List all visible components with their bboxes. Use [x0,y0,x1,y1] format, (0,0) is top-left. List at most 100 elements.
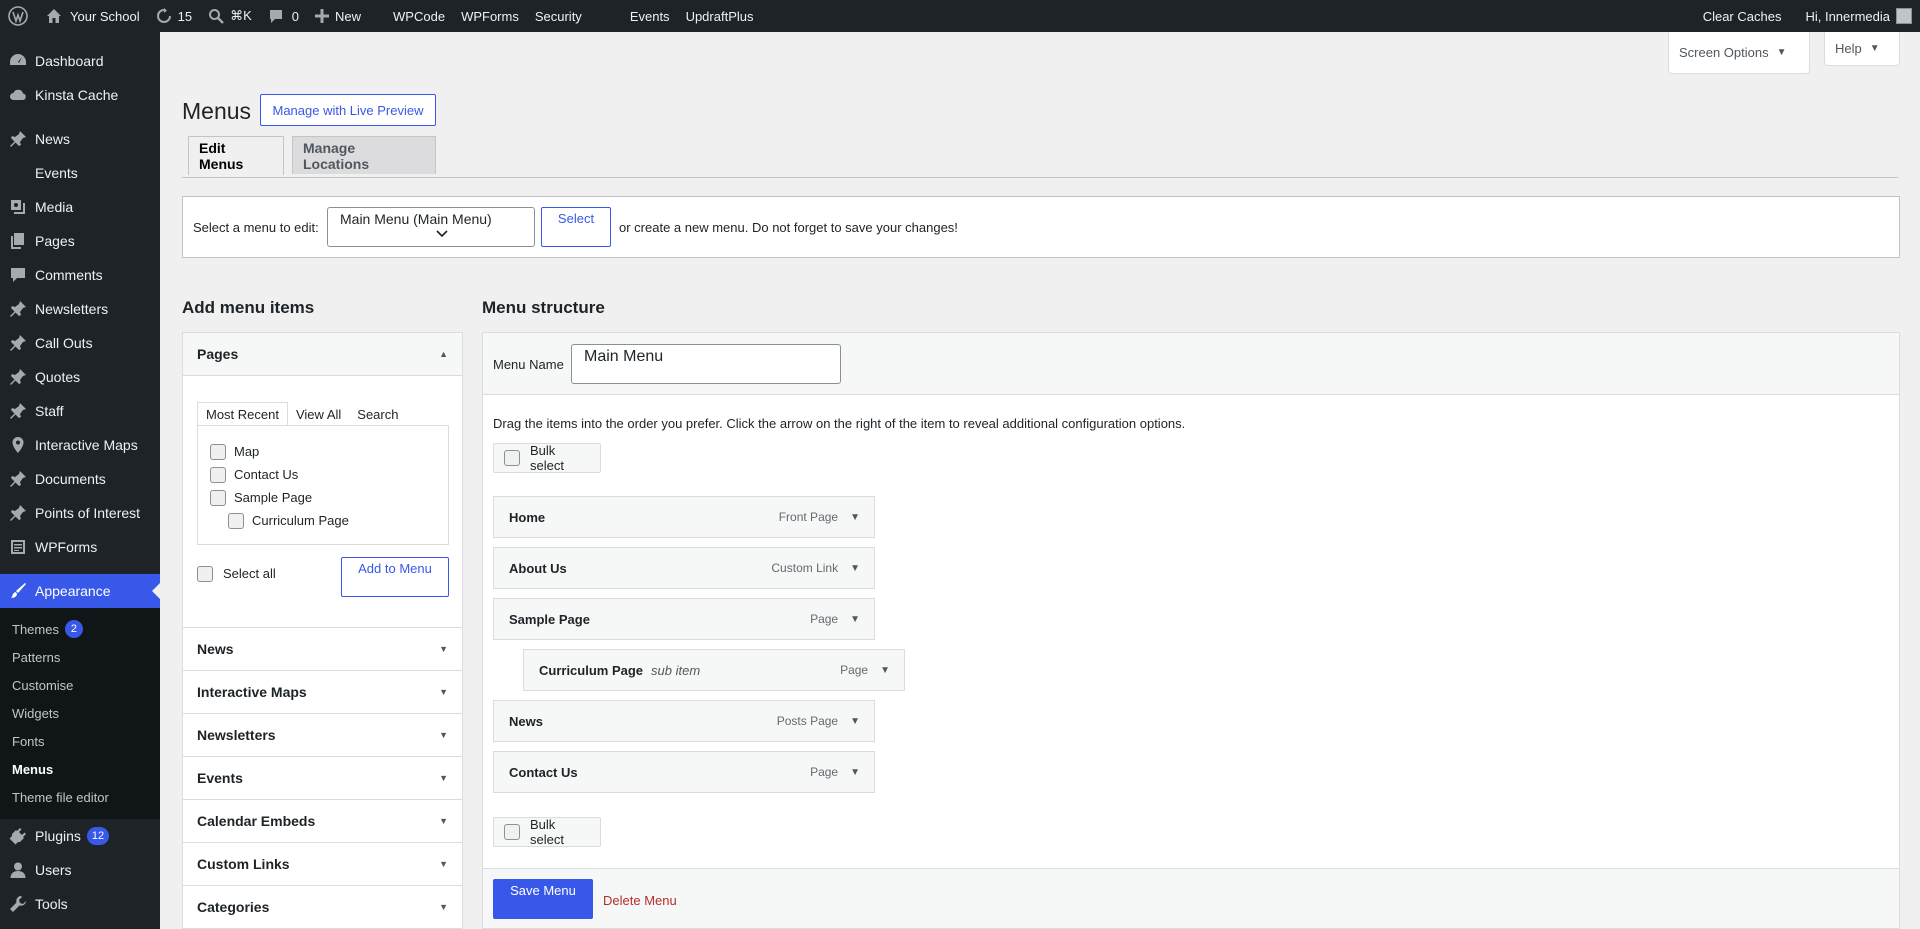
menu-item-sample-page[interactable]: Sample Page Page ▼ [493,598,875,640]
sidebar-item-label: Points of Interest [35,505,141,521]
list-item[interactable]: Curriculum Page [210,509,436,532]
accordion-custom-links[interactable]: Custom Links ▼ [183,843,462,886]
submenu-item-themes[interactable]: Themes 2 [0,615,160,643]
accordion-label: Categories [197,899,270,915]
accordion-news[interactable]: News ▼ [183,628,462,671]
sidebar-item-wpforms[interactable]: WPForms [0,530,160,564]
sidebar-item-users[interactable]: Users [0,853,160,887]
wpforms-link[interactable]: WPForms [453,0,527,32]
list-item[interactable]: Contact Us [210,463,436,486]
menu-select[interactable]: Main Menu (Main Menu) [327,207,535,247]
bulk-select-button-bottom[interactable]: Bulk select [493,817,601,847]
sidebar-item-call-outs[interactable]: Call Outs [0,326,160,360]
sidebar-item-points-of-interest[interactable]: Points of Interest [0,496,160,530]
menu-item-home[interactable]: Home Front Page ▼ [493,496,875,538]
accordion-interactive-maps[interactable]: Interactive Maps ▼ [183,671,462,714]
tab-view-all[interactable]: View All [288,402,349,426]
pin-icon [8,401,28,421]
clear-caches-link[interactable]: Clear Caches [1695,0,1798,32]
command-palette-link[interactable]: ⌘K [200,0,260,32]
delete-menu-link[interactable]: Delete Menu [603,893,677,908]
bulk-select-button-top[interactable]: Bulk select [493,443,601,473]
checkbox[interactable] [228,512,244,529]
updraftplus-link[interactable]: UpdraftPlus [678,0,762,32]
sidebar-item-kinsta-cache[interactable]: Kinsta Cache [0,78,160,112]
security-link[interactable]: Security [527,0,590,32]
submenu-item-theme-file-editor[interactable]: Theme file editor [0,783,160,811]
live-preview-button[interactable]: Manage with Live Preview [260,94,436,126]
accordion-categories[interactable]: Categories ▼ [183,886,462,929]
sub-item-label: sub item [651,662,701,678]
checkbox[interactable] [504,824,520,840]
checkbox[interactable] [210,443,226,460]
sidebar-item-media[interactable]: Media [0,190,160,224]
comments-link[interactable]: 0 [260,0,307,32]
menu-item-curriculum-page[interactable]: Curriculum Page sub item Page ▼ [523,649,905,691]
submenu-item-fonts[interactable]: Fonts [0,727,160,755]
submenu-item-widgets[interactable]: Widgets [0,699,160,727]
caret-down-icon[interactable]: ▼ [850,716,860,727]
menu-item-news[interactable]: News Posts Page ▼ [493,700,875,742]
tab-search[interactable]: Search [349,402,406,426]
add-to-menu-button[interactable]: Add to Menu [341,557,449,597]
menu-name-input[interactable]: Main Menu [571,344,841,384]
sidebar-item-pages[interactable]: Pages [0,224,160,258]
user-icon [8,860,28,880]
sidebar-item-appearance[interactable]: Appearance [0,574,160,608]
tab-most-recent[interactable]: Most Recent [197,402,288,426]
accordion-pages[interactable]: Pages ▲ [183,333,462,376]
accordion-events[interactable]: Events ▼ [183,757,462,800]
sidebar-item-newsletters[interactable]: Newsletters [0,292,160,326]
select-menu-button[interactable]: Select [541,207,611,247]
sidebar-item-quotes[interactable]: Quotes [0,360,160,394]
sidebar-item-label: WPForms [35,539,98,555]
menu-item-title: Home [509,509,546,525]
save-menu-button[interactable]: Save Menu [493,879,593,919]
wrench-icon [8,894,28,914]
updates-link[interactable]: 15 [148,0,200,32]
sidebar-item-dashboard[interactable]: Dashboard [0,44,160,78]
screen-options-button[interactable]: Screen Options ▼ [1668,32,1810,74]
sidebar-item-events[interactable]: Events [0,156,160,190]
caret-down-icon[interactable]: ▼ [850,614,860,625]
checkbox[interactable] [210,466,226,483]
new-content-link[interactable]: New [307,0,369,32]
select-all[interactable]: Select all [197,562,276,585]
site-name-link[interactable]: Your School [38,0,148,32]
caret-down-icon[interactable]: ▼ [880,665,890,676]
checkbox[interactable] [504,450,520,466]
sidebar-item-plugins[interactable]: Plugins 12 [0,819,160,853]
help-button[interactable]: Help ▼ [1824,32,1900,66]
accordion-calendar-embeds[interactable]: Calendar Embeds ▼ [183,800,462,843]
caret-down-icon[interactable]: ▼ [850,563,860,574]
checkbox[interactable] [210,489,226,506]
sidebar-item-label: News [35,131,71,147]
site-name: Your School [70,8,140,24]
sidebar-item-comments[interactable]: Comments [0,258,160,292]
sidebar-item-tools[interactable]: Tools [0,887,160,921]
tab-edit-menus[interactable]: Edit Menus [188,136,284,175]
list-item[interactable]: Map [210,440,436,463]
menu-item-type: Page [840,663,869,677]
tab-manage-locations[interactable]: Manage Locations [292,136,436,174]
checkbox[interactable] [197,565,213,582]
create-menu-note: or create a new menu. Do not forget to s… [619,220,958,235]
submenu-item-patterns[interactable]: Patterns [0,643,160,671]
wpcode-link[interactable]: WPCode [385,0,453,32]
menu-item-about-us[interactable]: About Us Custom Link ▼ [493,547,875,589]
events-link[interactable]: Events [622,0,678,32]
wordpress-logo-icon[interactable] [0,0,38,32]
accordion-newsletters[interactable]: Newsletters ▼ [183,714,462,757]
caret-down-icon[interactable]: ▼ [850,767,860,778]
sidebar-item-staff[interactable]: Staff [0,394,160,428]
submenu-item-menus[interactable]: Menus [0,755,160,783]
list-item[interactable]: Sample Page [210,486,436,509]
submenu-item-customise[interactable]: Customise [0,671,160,699]
account-menu[interactable]: Hi, Innermedia [1797,0,1920,32]
caret-down-icon[interactable]: ▼ [850,512,860,523]
sidebar-item-interactive-maps[interactable]: Interactive Maps [0,428,160,462]
media-icon [8,197,28,217]
sidebar-item-documents[interactable]: Documents [0,462,160,496]
menu-item-contact-us[interactable]: Contact Us Page ▼ [493,751,875,793]
sidebar-item-news[interactable]: News [0,122,160,156]
